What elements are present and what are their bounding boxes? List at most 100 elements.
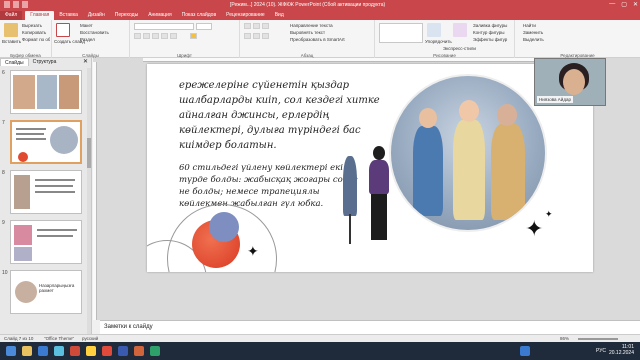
find-button[interactable]: Найти <box>523 23 536 28</box>
align-text-button[interactable]: Выровнять текст <box>290 30 325 35</box>
quick-styles-icon[interactable] <box>453 23 467 37</box>
font-family-select[interactable] <box>134 23 194 30</box>
tab-design[interactable]: Дизайн <box>83 11 110 20</box>
indent-button[interactable] <box>262 23 269 29</box>
network-icon[interactable] <box>520 346 530 356</box>
numbering-button[interactable] <box>253 23 260 29</box>
shadow-button[interactable] <box>170 33 177 39</box>
tab-transitions[interactable]: Переходы <box>110 11 143 20</box>
smartart-button[interactable]: Преобразовать в SmartArt <box>290 37 345 42</box>
align-right-button[interactable] <box>262 33 269 39</box>
shapes-gallery[interactable] <box>379 23 423 43</box>
slide-thumbnail[interactable]: Назарларыңызға рахмет <box>10 270 82 314</box>
tab-insert[interactable]: Вставка <box>54 11 83 20</box>
zoom-slider[interactable] <box>578 338 618 340</box>
current-slide[interactable]: ережелеріне сүйенетін қыздар шалбарларды… <box>147 64 593 272</box>
format-painter-button[interactable]: Формат по образцу <box>22 37 50 42</box>
thumb-image <box>14 225 32 245</box>
slide-paragraph-1[interactable]: ережелеріне сүйенетін қыздар шалбарларды… <box>179 78 394 153</box>
thumb-text-line <box>37 229 77 231</box>
shape-fill-button[interactable]: Заливка фигуры <box>473 23 507 28</box>
slide-thumbnail-selected[interactable] <box>10 120 82 164</box>
align-left-button[interactable] <box>244 33 251 39</box>
explorer-icon[interactable] <box>22 346 32 356</box>
redo-icon[interactable] <box>22 1 28 8</box>
word-icon[interactable] <box>118 346 128 356</box>
minimize-button[interactable]: — <box>609 1 615 8</box>
thumb-image <box>37 75 57 109</box>
browser-icon[interactable] <box>38 346 48 356</box>
underline-button[interactable] <box>152 33 159 39</box>
app-icon[interactable] <box>150 346 160 356</box>
maximize-button[interactable]: ▢ <box>621 1 627 8</box>
shape-effects-button[interactable]: Эффекты фигур <box>473 37 507 42</box>
keyboard-language[interactable]: РУС <box>596 348 606 354</box>
notes-pane[interactable]: Заметки к слайду <box>100 320 640 334</box>
tab-slides[interactable]: Слайды <box>0 58 29 66</box>
powerpoint-icon[interactable] <box>134 346 144 356</box>
pane-scrollbar[interactable] <box>87 68 91 338</box>
text-direction-button[interactable]: Направление текста <box>290 23 333 28</box>
slide-thumbnail-row[interactable]: 10 Назарларыңызға рахмет <box>0 270 90 316</box>
yandex-icon[interactable] <box>102 346 112 356</box>
model-head <box>497 104 517 126</box>
telegram-icon[interactable] <box>54 346 64 356</box>
tab-outline[interactable]: Структура <box>29 58 61 66</box>
undo-icon[interactable] <box>13 1 19 8</box>
slide-thumbnail-row[interactable]: 9 <box>0 220 90 266</box>
cut-button[interactable]: Вырезать <box>22 23 42 28</box>
tab-home[interactable]: Главная <box>25 11 55 20</box>
paste-button[interactable]: Вставить <box>2 39 21 44</box>
arrange-button[interactable]: Упорядочить <box>425 39 452 44</box>
section-button[interactable]: Раздел <box>80 37 95 42</box>
scroll-thumb[interactable] <box>87 138 91 168</box>
tab-review[interactable]: Рецензирование <box>221 11 270 20</box>
chrome-icon[interactable] <box>86 346 96 356</box>
quick-styles-button[interactable]: Экспресс-стили <box>443 46 476 51</box>
bullets-button[interactable] <box>244 23 251 29</box>
clock[interactable]: 11:01 20.12.2024 <box>609 344 634 356</box>
app-icon[interactable] <box>70 346 80 356</box>
close-button[interactable]: ✕ <box>633 1 638 8</box>
select-button[interactable]: Выделить <box>523 37 544 42</box>
slide-counter: Слайд 7 из 10 <box>4 336 34 341</box>
save-icon[interactable] <box>4 1 10 8</box>
start-icon[interactable] <box>6 346 16 356</box>
shape-outline-button[interactable]: Контур фигуры <box>473 30 504 35</box>
bold-button[interactable] <box>134 33 141 39</box>
reset-button[interactable]: Восстановить <box>80 30 109 35</box>
arrange-icon[interactable] <box>427 23 441 37</box>
tab-slideshow[interactable]: Показ слайдов <box>177 11 221 20</box>
mannequin <box>343 156 357 216</box>
italic-button[interactable] <box>143 33 150 39</box>
fashion-photo[interactable] <box>389 74 547 232</box>
copy-button[interactable]: Копировать <box>22 30 46 35</box>
thumb-image <box>50 126 78 154</box>
sparkle-icon: ✦ <box>545 209 553 219</box>
layout-button[interactable]: Макет <box>80 23 93 28</box>
slide-thumbnail-row[interactable]: 6 <box>0 70 90 116</box>
slide-thumbnail-row[interactable]: 8 <box>0 170 90 216</box>
replace-button[interactable]: Заменить <box>523 30 543 35</box>
font-color-button[interactable] <box>190 33 197 39</box>
new-slide-icon[interactable] <box>56 23 70 37</box>
webcam-overlay[interactable]: Ниязова Айдар <box>534 58 606 106</box>
paste-icon[interactable] <box>4 23 18 37</box>
tab-animation[interactable]: Анимация <box>143 11 176 20</box>
align-center-button[interactable] <box>253 33 260 39</box>
slide-thumbnail[interactable] <box>10 70 82 114</box>
font-size-select[interactable] <box>196 23 212 30</box>
slide-thumbnail-row[interactable]: 7 <box>0 120 90 166</box>
zoom-level[interactable]: 86% <box>560 336 569 341</box>
slide-paragraph-2[interactable]: 60 стильдегі үйлену көйлектері екі ен тү… <box>179 162 359 210</box>
language[interactable]: русский <box>82 336 98 341</box>
tab-file[interactable]: Файл <box>0 11 23 20</box>
horizontal-ruler <box>143 58 563 62</box>
close-icon[interactable]: ✕ <box>83 58 88 65</box>
tab-view[interactable]: Вид <box>270 11 289 20</box>
thumb-text-line <box>35 191 75 193</box>
strikethrough-button[interactable] <box>161 33 168 39</box>
slide-thumbnail[interactable] <box>10 170 82 214</box>
slide-thumbnail[interactable] <box>10 220 82 264</box>
model-figure <box>413 126 443 216</box>
